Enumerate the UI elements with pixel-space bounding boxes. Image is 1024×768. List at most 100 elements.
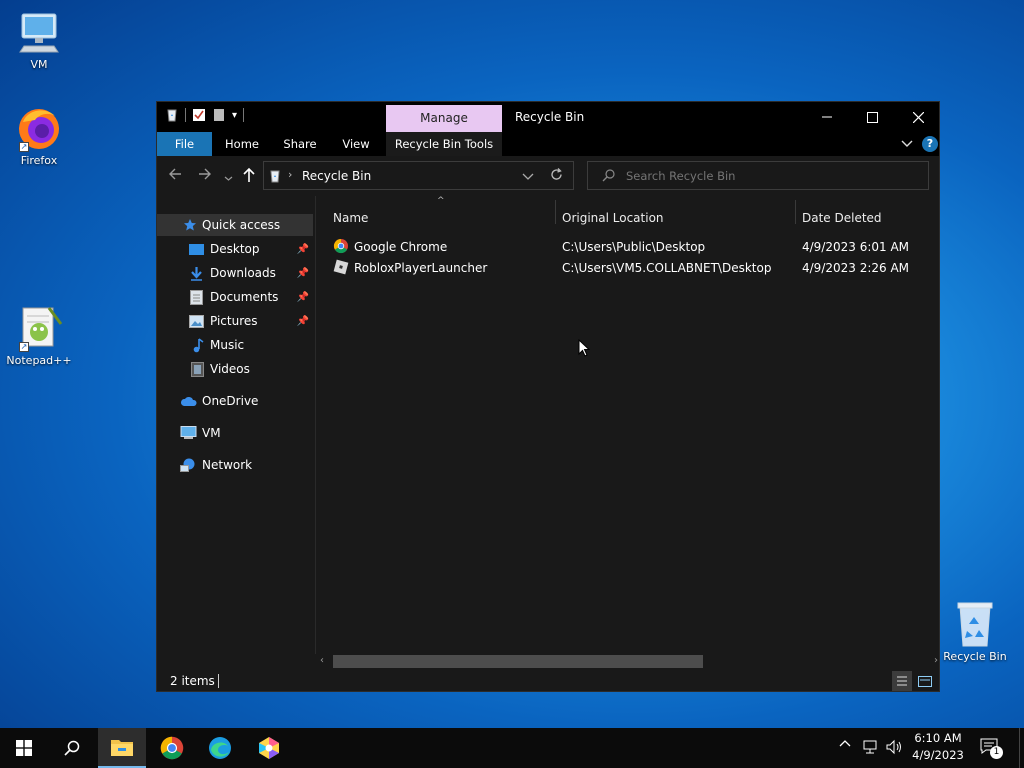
address-bar[interactable]: › Recycle Bin (263, 161, 574, 190)
show-desktop-button[interactable] (1019, 728, 1024, 768)
nav-item-onedrive[interactable]: OneDrive (157, 390, 313, 412)
desktop-icon-label: Firefox (20, 154, 58, 167)
back-button[interactable] (168, 167, 182, 185)
search-button[interactable] (48, 728, 96, 768)
clock-date: 4/9/2023 (912, 748, 964, 762)
toolbar-separator (185, 108, 186, 122)
table-row[interactable]: RobloxPlayerLauncher C:\Users\VM5.COLLAB… (315, 257, 939, 278)
pin-icon[interactable]: 📌 (297, 316, 309, 327)
properties-icon[interactable] (192, 108, 206, 122)
ribbon-tabs: File Home Share View Recycle Bin Tools ? (157, 132, 939, 156)
explorer-window[interactable]: ▾ Manage Recycle Bin File Home Share Vie… (156, 101, 940, 692)
pin-icon[interactable]: 📌 (297, 292, 309, 303)
document-icon (190, 289, 203, 305)
forward-button[interactable] (198, 167, 212, 185)
film-icon (191, 361, 204, 377)
desktop-folder-icon (189, 243, 204, 255)
maximize-icon (866, 111, 878, 123)
tab-home[interactable]: Home (217, 132, 267, 156)
scrollbar-thumb[interactable] (333, 655, 703, 668)
recent-locations-button[interactable] (224, 169, 233, 187)
desktop-icon-firefox[interactable]: ↗ Firefox (4, 104, 74, 167)
status-bar: 2 items (157, 669, 939, 691)
volume-tray-icon[interactable] (886, 739, 903, 758)
address-dropdown-button[interactable] (522, 170, 534, 185)
tab-view[interactable]: View (335, 132, 377, 156)
table-row[interactable]: Google Chrome C:\Users\Public\Desktop 4/… (315, 236, 939, 257)
column-header-name[interactable]: Name (333, 211, 368, 225)
nav-item-label: Pictures (210, 314, 258, 328)
minimize-button[interactable] (804, 102, 850, 132)
help-icon: ? (926, 137, 934, 150)
action-center-button[interactable]: 1 (980, 738, 1004, 760)
tab-recycle-bin-tools[interactable]: Recycle Bin Tools (386, 132, 502, 156)
nav-item-videos[interactable]: Videos (157, 358, 313, 380)
nav-item-label: Documents (210, 290, 279, 304)
clock[interactable]: 6:10 AM 4/9/2023 (908, 730, 968, 764)
maximize-button[interactable] (849, 102, 895, 132)
taskbar-file-explorer[interactable] (98, 728, 146, 768)
toolbar-separator (243, 108, 245, 122)
up-button[interactable] (242, 167, 256, 187)
large-icons-view-button[interactable] (915, 671, 935, 691)
refresh-button[interactable] (550, 168, 563, 184)
scroll-right-button[interactable]: › (934, 655, 938, 666)
column-header-date-deleted[interactable]: Date Deleted (802, 211, 882, 225)
network-tray-icon[interactable] (863, 739, 879, 758)
horizontal-scrollbar[interactable]: ‹ › (315, 654, 939, 669)
column-header-original-location[interactable]: Original Location (562, 211, 664, 225)
desktop-icon-recycle-bin[interactable]: Recycle Bin (940, 600, 1010, 663)
pin-icon[interactable]: 📌 (297, 244, 309, 255)
nav-item-downloads[interactable]: Downloads 📌 (157, 262, 313, 284)
tab-file[interactable]: File (157, 132, 212, 156)
clock-time: 6:10 AM (914, 731, 962, 745)
tab-share[interactable]: Share (277, 132, 323, 156)
notification-badge: 1 (990, 746, 1003, 759)
start-button[interactable] (0, 728, 48, 768)
nav-item-vm[interactable]: VM (157, 422, 313, 444)
computer-icon (180, 426, 197, 439)
show-hidden-icons-button[interactable] (839, 738, 851, 753)
search-input[interactable] (626, 167, 916, 185)
breadcrumb[interactable]: Recycle Bin (302, 169, 371, 183)
nav-item-desktop[interactable]: Desktop 📌 (157, 238, 313, 260)
chevron-up-icon (839, 740, 851, 747)
nav-item-network[interactable]: Network (157, 454, 313, 476)
details-view-button[interactable] (892, 671, 912, 691)
scroll-left-button[interactable]: ‹ (320, 655, 324, 666)
taskbar-edge[interactable] (196, 728, 244, 768)
nav-item-documents[interactable]: Documents 📌 (157, 286, 313, 308)
new-folder-icon[interactable] (212, 108, 226, 122)
expand-ribbon-button[interactable] (901, 137, 913, 152)
pin-icon[interactable]: 📌 (297, 268, 309, 279)
desktop-icon-vm[interactable]: VM (4, 10, 74, 71)
nav-item-quick-access[interactable]: Quick access (157, 214, 313, 236)
breadcrumb-separator-icon[interactable]: › (288, 168, 292, 181)
pictures-icon (189, 314, 204, 328)
file-original-location: C:\Users\Public\Desktop (562, 240, 706, 254)
title-bar[interactable]: ▾ Manage Recycle Bin (157, 102, 939, 132)
download-arrow-icon (191, 266, 202, 281)
column-separator[interactable] (555, 200, 556, 224)
taskbar-app[interactable] (245, 728, 293, 768)
nav-item-label: Desktop (210, 242, 260, 256)
large-icons-view-icon (918, 675, 932, 687)
item-count: 2 items (170, 674, 215, 688)
recycle-bin-small-icon[interactable] (165, 108, 179, 122)
nav-item-pictures[interactable]: Pictures 📌 (157, 310, 313, 332)
taskbar-chrome[interactable] (148, 728, 196, 768)
close-button[interactable] (895, 102, 939, 132)
taskbar: 6:10 AM 4/9/2023 1 (0, 728, 1024, 768)
customize-toolbar-icon[interactable]: ▾ (232, 110, 237, 121)
windows-logo-icon (16, 740, 32, 756)
search-box[interactable] (587, 161, 929, 190)
desktop-icon-notepadpp[interactable]: ↗ Notepad++ (4, 304, 74, 367)
file-date-deleted: 4/9/2023 2:26 AM (802, 261, 910, 275)
nav-item-music[interactable]: Music (157, 334, 313, 356)
recycle-bin-icon (957, 602, 993, 647)
address-row: › Recycle Bin (157, 156, 939, 196)
column-separator[interactable] (795, 200, 796, 224)
tab-manage[interactable]: Manage (386, 105, 502, 132)
help-button[interactable]: ? (922, 136, 938, 152)
desktop-icon-label: Recycle Bin (943, 650, 1007, 663)
